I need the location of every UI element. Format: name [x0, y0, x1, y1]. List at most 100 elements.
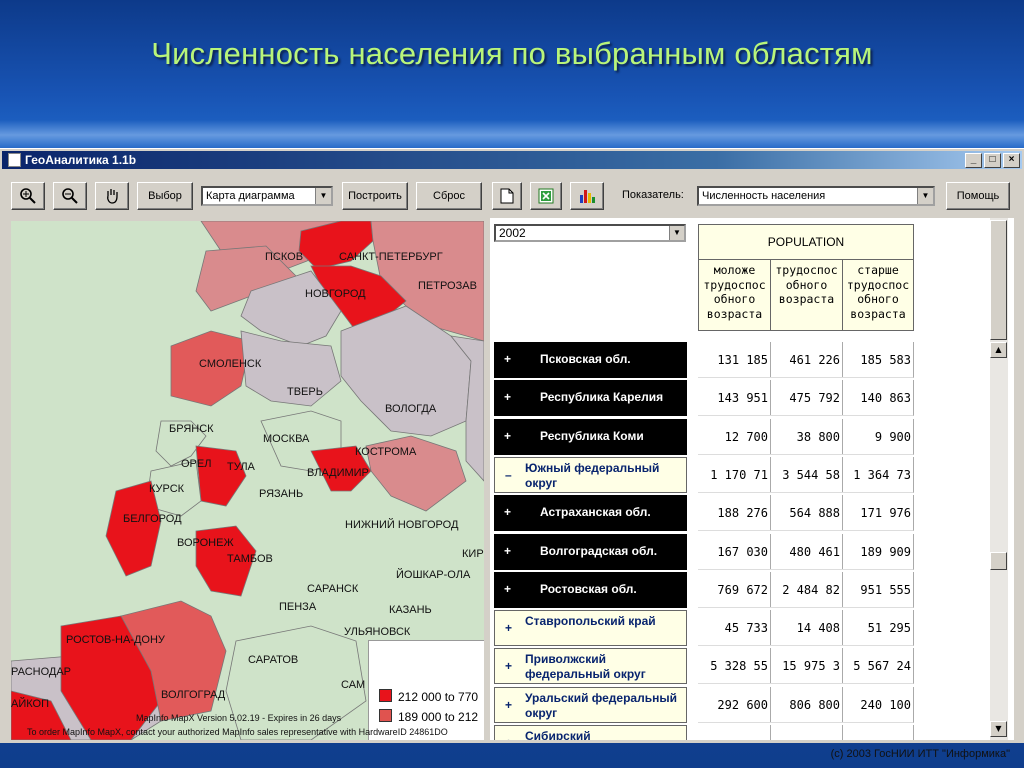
reset-button[interactable]: Сброс: [416, 182, 482, 210]
map-label-voronezh: ВОРОНЕЖ: [177, 537, 234, 549]
expand-toggle[interactable]: +: [505, 659, 512, 673]
new-document-button[interactable]: [492, 182, 522, 210]
scroll-up-button[interactable]: ▲: [990, 342, 1007, 358]
expand-toggle[interactable]: +: [504, 505, 511, 519]
zoom-in-button[interactable]: [11, 182, 45, 210]
table-cell: 15 975 3: [770, 648, 843, 685]
legend-row-high: 212 000 to 770: [379, 689, 478, 704]
map-view[interactable]: ПСКОВ САНКТ-ПЕТЕРБУРГ ПЕТРОЗАВ НОВГОРОД …: [11, 221, 484, 740]
row-name-cell[interactable]: + Ставропольский край: [494, 610, 687, 647]
row-name-cell[interactable]: + Сибирский: [494, 725, 687, 740]
table-cell: 5 328 55: [698, 648, 771, 685]
table-row[interactable]: – Южный федеральный округ 1 170 71 3 544 58…: [494, 456, 914, 495]
row-name: Астраханская обл.: [540, 505, 651, 520]
expand-toggle[interactable]: +: [504, 352, 511, 366]
scroll-thumb[interactable]: [990, 552, 1007, 570]
row-name: Уральский федеральный округ: [525, 690, 677, 720]
excel-icon: [538, 188, 554, 204]
map-label-pskov: ПСКОВ: [265, 251, 304, 263]
slide-title: Численность населения по выбранным облас…: [151, 36, 873, 71]
row-name-cell[interactable]: + Приволжский федеральный округ: [494, 648, 687, 685]
table-cell: 188 276: [698, 495, 771, 532]
copyright-text: (c) 2003 ГосНИИ ИТТ "Информика": [830, 748, 1010, 760]
table-cell: 171 976: [842, 495, 914, 532]
map-label-yoshkar: ЙОШКАР-ОЛА: [396, 569, 471, 581]
row-name-cell[interactable]: + Волгоградская обл.: [494, 533, 687, 570]
table-row[interactable]: + Республика Коми 12 700 38 800 9 900: [494, 418, 914, 457]
chart-button[interactable]: [570, 182, 604, 210]
expand-toggle[interactable]: +: [505, 621, 512, 635]
row-name-cell[interactable]: + Псковская обл.: [494, 342, 687, 378]
row-name-cell[interactable]: + Астраханская обл.: [494, 495, 687, 532]
window-titlebar[interactable]: ГеоАналитика 1.1b _ □ ×: [2, 151, 1022, 169]
table-row[interactable]: + Ставропольский край 45 733 14 408 51 295: [494, 610, 914, 648]
chevron-down-icon[interactable]: ▼: [917, 188, 933, 204]
excel-export-button[interactable]: [530, 182, 562, 210]
map-mode-select[interactable]: Карта диаграмма ▼: [201, 186, 333, 206]
zoom-in-icon: [20, 188, 36, 204]
row-name-cell[interactable]: + Ростовская обл.: [494, 571, 687, 608]
table-cell: 140 863: [842, 380, 914, 417]
app-icon: [8, 153, 21, 167]
table-cell: 189 909: [842, 533, 914, 570]
indicator-select[interactable]: Численность населения ▼: [697, 186, 935, 206]
row-name-cell[interactable]: + Республика Карелия: [494, 380, 687, 417]
table-cell: 292 600: [698, 686, 771, 723]
row-name: Республика Карелия: [540, 390, 664, 405]
map-label-orel: ОРЕЛ: [181, 458, 212, 470]
scroll-thumb-top[interactable]: [990, 220, 1007, 340]
table-cell: 240 100: [842, 686, 914, 723]
row-name-cell[interactable]: – Южный федеральный округ: [494, 456, 687, 493]
vertical-scrollbar[interactable]: ▲ ▼: [990, 218, 1008, 740]
table-cell: 461 226: [770, 342, 843, 378]
expand-toggle[interactable]: –: [505, 468, 512, 482]
toolbar: Выбор Карта диаграмма ▼ Построить Сброс …: [0, 177, 1024, 217]
row-name-cell[interactable]: + Республика Коми: [494, 418, 687, 455]
map-label-saransk: САРАНСК: [307, 583, 359, 595]
table-row[interactable]: + Приволжский федеральный округ 5 328 55 15…: [494, 648, 914, 686]
row-name: Ставропольский край: [525, 614, 656, 629]
scroll-down-button[interactable]: ▼: [990, 721, 1007, 737]
table-row[interactable]: + Астраханская обл. 188 276 564 888 171 976: [494, 495, 914, 533]
zoom-out-button[interactable]: [53, 182, 87, 210]
chevron-down-icon[interactable]: ▼: [315, 188, 331, 204]
year-select[interactable]: 2002 ▼: [494, 224, 686, 242]
table-cell: 38 800: [770, 418, 843, 455]
table-row[interactable]: + Ростовская обл. 769 672 2 484 82 951 555: [494, 571, 914, 610]
close-button[interactable]: ×: [1003, 153, 1020, 168]
table-cell: 564 888: [770, 495, 843, 532]
year-value: 2002: [499, 226, 526, 240]
table-row[interactable]: + Сибирский: [494, 725, 914, 740]
data-grid: 2002 ▼ POPULATION моложе трудоспос обног…: [490, 218, 1014, 740]
row-name-cell[interactable]: + Уральский федеральный округ: [494, 686, 687, 723]
zoom-out-icon: [62, 188, 78, 204]
expand-toggle[interactable]: +: [504, 429, 511, 443]
expand-toggle[interactable]: +: [505, 736, 512, 740]
table-cell: 5 567 24: [842, 648, 914, 685]
pan-button[interactable]: [95, 182, 129, 210]
expand-toggle[interactable]: +: [505, 698, 512, 712]
map-label-novgorod: НОВГОРОД: [305, 288, 366, 300]
expand-toggle[interactable]: +: [504, 390, 511, 404]
table-row[interactable]: + Республика Карелия 143 951 475 792 140 863: [494, 380, 914, 418]
row-name: Сибирский: [525, 729, 591, 740]
select-button[interactable]: Выбор: [137, 182, 193, 210]
row-name: Приволжский федеральный округ: [525, 652, 646, 682]
table-row[interactable]: + Уральский федеральный округ 292 600 806 8…: [494, 686, 914, 725]
expand-toggle[interactable]: +: [504, 582, 511, 596]
table-cell: [698, 725, 771, 740]
map-mode-value: Карта диаграмма: [206, 190, 295, 202]
minimize-button[interactable]: _: [965, 153, 982, 168]
maximize-button[interactable]: □: [984, 153, 1001, 168]
table-row[interactable]: + Псковская обл. 131 185 461 226 185 583: [494, 342, 914, 380]
expand-toggle[interactable]: +: [504, 544, 511, 558]
help-button[interactable]: Помощь: [946, 182, 1010, 210]
chevron-down-icon[interactable]: ▼: [669, 226, 684, 240]
map-label-smolensk: СМОЛЕНСК: [199, 358, 262, 370]
table-cell: 9 900: [842, 418, 914, 455]
build-button[interactable]: Построить: [342, 182, 408, 210]
table-row[interactable]: + Волгоградская обл. 167 030 480 461 189 909: [494, 533, 914, 572]
table-cell: 2 484 82: [770, 571, 843, 608]
pan-hand-icon: [107, 189, 118, 204]
row-name: Ростовская обл.: [540, 581, 637, 596]
